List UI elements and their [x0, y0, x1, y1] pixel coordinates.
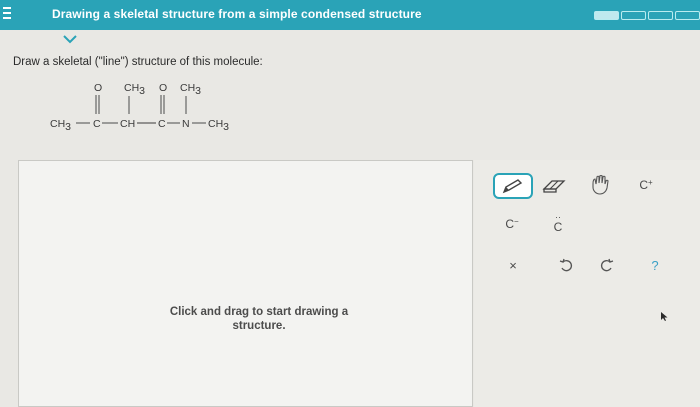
clear-tool[interactable]: × — [503, 255, 523, 275]
atom-ch3-branch: CH3 — [124, 82, 145, 97]
redo-icon — [601, 258, 614, 272]
condensed-structure: CH3 C CH C N CH3 O CH3 O CH3 — [50, 82, 229, 133]
canvas-hint: Click and drag to start drawing a struct… — [169, 306, 349, 332]
atom-ch: CH — [120, 118, 135, 130]
chevron-down-icon[interactable] — [63, 35, 77, 44]
eraser-tool[interactable] — [540, 176, 568, 196]
atom-ch3-n: CH3 — [180, 82, 201, 97]
atom-ch3-left: CH3 — [50, 118, 71, 133]
carbanion-label: C — [505, 217, 514, 231]
sub-bar — [0, 30, 700, 50]
atom-n: N — [182, 118, 190, 130]
atom-o2: O — [159, 82, 167, 94]
page-title: Drawing a skeletal structure from a simp… — [52, 7, 422, 21]
carbocation-tool[interactable]: C + — [632, 174, 660, 196]
carbocation-charge: + — [648, 177, 653, 187]
hand-tool[interactable] — [588, 174, 612, 196]
mouse-cursor-icon — [661, 312, 668, 321]
progress-segment — [675, 11, 700, 20]
carbanion-charge: − — [514, 216, 519, 226]
atom-c2: C — [158, 118, 166, 130]
carbocation-label: C — [639, 178, 648, 192]
help-button[interactable]: ? — [645, 255, 665, 275]
atom-o1: O — [94, 82, 102, 94]
redo-button[interactable] — [597, 255, 617, 275]
progress-segment — [648, 11, 673, 20]
eraser-icon — [542, 180, 566, 193]
carbanion-tool[interactable]: C − — [500, 214, 524, 234]
atom-ch3-right: CH3 — [208, 118, 229, 133]
carbene-label: C — [553, 219, 563, 234]
atom-c1: C — [93, 118, 101, 130]
menu-icon[interactable] — [3, 7, 11, 21]
carbene-tool[interactable]: ·· C — [546, 212, 570, 234]
question-prompt: Draw a skeletal ("line") structure of th… — [13, 56, 263, 68]
undo-icon — [559, 258, 572, 272]
pencil-icon — [502, 179, 523, 194]
undo-button[interactable] — [556, 255, 576, 275]
pencil-tool[interactable] — [493, 173, 533, 199]
progress-segment — [621, 11, 646, 20]
progress-segment — [594, 11, 619, 20]
top-bar: Drawing a skeletal structure from a simp… — [0, 0, 700, 30]
drawing-canvas[interactable] — [18, 160, 473, 407]
progress-bar — [594, 11, 700, 20]
hand-icon — [592, 175, 609, 195]
